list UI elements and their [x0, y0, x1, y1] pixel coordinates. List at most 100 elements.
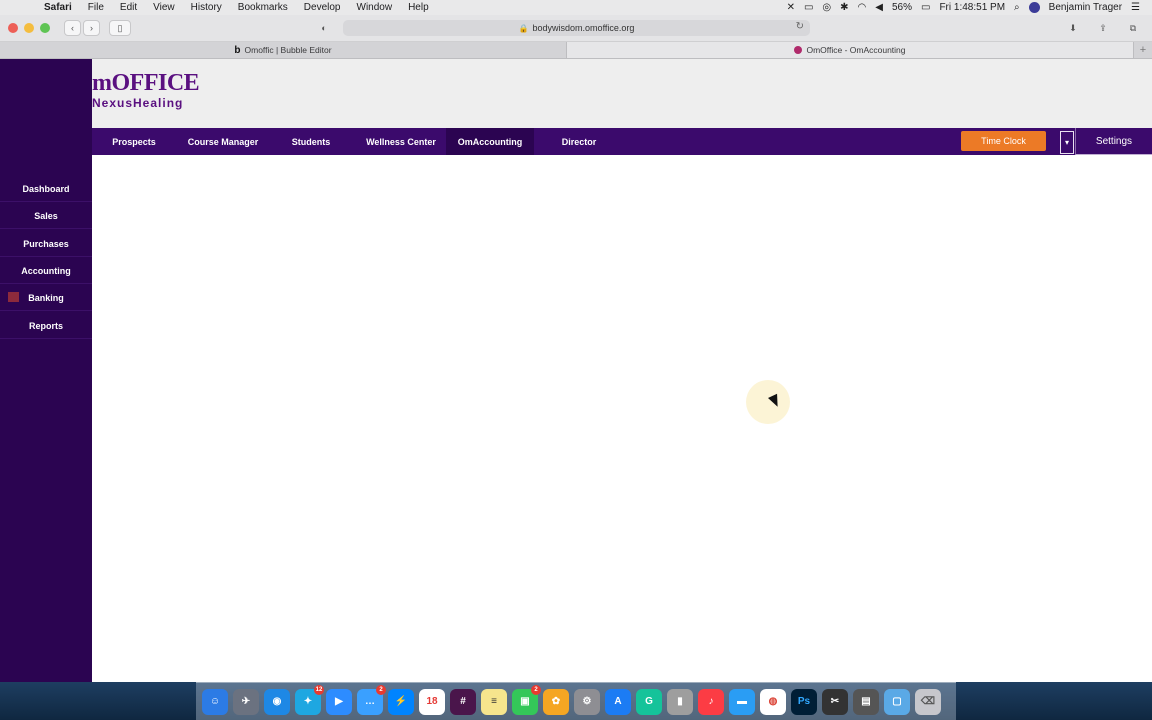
- sidebar: Dashboard Sales Purchases Accounting Ban…: [0, 59, 92, 682]
- safari-icon[interactable]: ◉: [264, 688, 290, 715]
- chat-app-icon[interactable]: ▬: [729, 688, 755, 715]
- reload-icon[interactable]: ↻: [796, 21, 804, 32]
- sidebar-item-label: Reports: [28, 320, 63, 331]
- grammarly-icon[interactable]: G: [636, 688, 662, 715]
- menu-window[interactable]: Window: [357, 2, 393, 13]
- bubble-favicon-icon: b: [234, 44, 241, 56]
- user-name[interactable]: Benjamin Trager: [1049, 2, 1122, 13]
- nav-prospects[interactable]: Prospects: [100, 128, 168, 155]
- new-tab-button[interactable]: +: [1134, 42, 1152, 58]
- menu-view[interactable]: View: [153, 2, 175, 13]
- sidebar-item-accounting[interactable]: Accounting: [0, 258, 92, 284]
- sidebar-item-reports[interactable]: Reports: [0, 313, 92, 339]
- logo-text-top: mOFFICE: [92, 70, 200, 96]
- omoffice-logo[interactable]: mOFFICE NexusHealing: [92, 70, 200, 110]
- nav-label: Director: [561, 136, 597, 147]
- facetime-icon[interactable]: ▣ 2: [512, 684, 541, 715]
- menu-bookmarks[interactable]: Bookmarks: [238, 2, 288, 13]
- launchpad-icon[interactable]: ✈: [233, 688, 259, 715]
- menu-app-name[interactable]: Safari: [44, 2, 72, 13]
- user-avatar-icon[interactable]: [1028, 2, 1040, 13]
- nav-wellness-center[interactable]: Wellness Center: [356, 128, 446, 155]
- menu-file[interactable]: File: [88, 2, 104, 13]
- nav-director[interactable]: Director: [546, 128, 612, 155]
- back-button[interactable]: ‹: [64, 20, 81, 36]
- nav-label: Wellness Center: [366, 136, 436, 147]
- app-store-icon[interactable]: ✦ 12: [295, 684, 324, 715]
- share-icon[interactable]: ⇪: [1094, 20, 1112, 36]
- downloads-icon[interactable]: ⬇: [1064, 20, 1082, 36]
- messenger-icon[interactable]: ⚡: [388, 688, 414, 715]
- sidebar-toggle-button[interactable]: ▯: [109, 20, 131, 36]
- notification-badge: 2: [531, 684, 541, 695]
- zoom-window-icon[interactable]: [40, 23, 50, 33]
- notes-icon[interactable]: ≡: [481, 688, 507, 715]
- preview-icon[interactable]: ▤: [853, 688, 879, 715]
- tab-bar: b Omoffic | Bubble Editor OmOffice - OmA…: [0, 42, 1152, 59]
- browser-toolbar: ‹ › ▯ ◐ 🔒 bodywisdom.omoffice.org ↻ ⬇ ⇪ …: [0, 15, 1152, 42]
- lock-icon: 🔒: [518, 23, 529, 33]
- address-bar[interactable]: 🔒 bodywisdom.omoffice.org ↻: [343, 20, 810, 36]
- banking-marker-icon: [8, 292, 19, 302]
- app-header: mOFFICE NexusHealing: [92, 59, 1152, 128]
- chrome-icon[interactable]: ◍: [760, 688, 786, 715]
- volume-icon[interactable]: ◀: [875, 2, 883, 13]
- menu-edit[interactable]: Edit: [120, 2, 137, 13]
- trash-icon[interactable]: ⌫: [915, 688, 941, 715]
- menu-history[interactable]: History: [191, 2, 222, 13]
- settings-button[interactable]: Settings: [1075, 128, 1152, 155]
- photos-icon[interactable]: ✿: [543, 688, 569, 715]
- nav-label: Course Manager: [187, 136, 259, 147]
- nav-students[interactable]: Students: [278, 128, 344, 155]
- status-circle-icon[interactable]: ◎: [822, 2, 831, 13]
- nav-omaccounting[interactable]: OmAccounting: [446, 128, 534, 155]
- notification-badge: 12: [314, 684, 324, 695]
- music-icon[interactable]: ♪: [698, 688, 724, 715]
- zoom-icon[interactable]: ▶: [326, 688, 352, 715]
- menu-help[interactable]: Help: [408, 2, 429, 13]
- tab-overview-icon[interactable]: ⧉: [1124, 20, 1142, 36]
- sidebar-item-sales[interactable]: Sales: [0, 203, 92, 229]
- macos-menubar: Safari File Edit View History Bookmarks …: [0, 0, 1152, 15]
- status-app-icon[interactable]: ✕: [787, 2, 795, 13]
- forward-button[interactable]: ›: [83, 20, 100, 36]
- script-editor-icon[interactable]: ▮: [667, 688, 693, 715]
- finder-icon[interactable]: ☺: [202, 688, 228, 715]
- slack-icon[interactable]: #: [450, 688, 476, 715]
- airplay-icon[interactable]: ▭: [804, 2, 813, 13]
- web-app: Dashboard Sales Purchases Accounting Ban…: [0, 59, 1152, 682]
- wifi-icon[interactable]: ◠: [858, 2, 867, 13]
- omoffice-favicon-icon: [794, 46, 803, 54]
- app-store-a-icon[interactable]: A: [605, 688, 631, 715]
- time-clock-button[interactable]: Time Clock: [961, 131, 1046, 151]
- photoshop-icon[interactable]: Ps: [791, 688, 817, 715]
- system-preferences-icon[interactable]: ⚙: [574, 688, 600, 715]
- sidebar-item-purchases[interactable]: Purchases: [0, 231, 92, 257]
- nav-course-manager[interactable]: Course Manager: [180, 128, 266, 155]
- privacy-shield-icon[interactable]: ◐: [316, 20, 332, 36]
- url-text: bodywisdom.omoffice.org: [532, 23, 635, 33]
- sidebar-item-dashboard[interactable]: Dashboard: [0, 176, 92, 202]
- calendar-icon[interactable]: 18: [419, 688, 445, 715]
- battery-percent[interactable]: 56%: [892, 2, 912, 13]
- close-window-icon[interactable]: [8, 23, 18, 33]
- minimize-window-icon[interactable]: [24, 23, 34, 33]
- messages-icon[interactable]: … 2: [357, 684, 386, 715]
- battery-icon[interactable]: ▭: [921, 2, 930, 13]
- bluetooth-icon[interactable]: ✱: [840, 2, 848, 13]
- dropdown-caret-icon[interactable]: ▾: [1060, 131, 1074, 154]
- downloads-folder-icon[interactable]: ▢: [884, 688, 910, 715]
- sidebar-item-banking[interactable]: Banking: [0, 285, 92, 311]
- top-nav: Prospects Course Manager Students Wellne…: [92, 128, 1152, 155]
- final-cut-icon[interactable]: ✂: [822, 688, 848, 715]
- tab-title: OmOffice - OmAccounting: [806, 45, 906, 55]
- spotlight-search-icon[interactable]: ⌕: [1014, 2, 1020, 13]
- window-controls: [8, 23, 50, 33]
- notification-center-icon[interactable]: ☰: [1131, 2, 1140, 13]
- tab-omaccounting[interactable]: OmOffice - OmAccounting: [567, 42, 1134, 58]
- menu-develop[interactable]: Develop: [304, 2, 341, 13]
- tab-bubble-editor[interactable]: b Omoffic | Bubble Editor: [0, 42, 567, 58]
- sidebar-item-label: Banking: [28, 292, 64, 303]
- notification-badge: 2: [376, 684, 386, 695]
- clock[interactable]: Fri 1:48:51 PM: [939, 2, 1005, 13]
